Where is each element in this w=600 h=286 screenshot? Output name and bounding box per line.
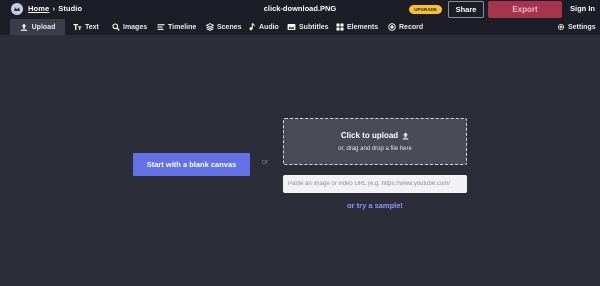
share-button[interactable]: Share xyxy=(448,1,484,18)
subtitles-icon xyxy=(287,23,296,32)
tab-images-label: Images xyxy=(123,23,148,31)
breadcrumb-home-link[interactable]: Home xyxy=(28,4,49,13)
blank-canvas-button[interactable]: Start with a blank canvas xyxy=(133,153,250,176)
tab-text[interactable]: Text xyxy=(73,19,99,35)
music-note-icon xyxy=(247,23,256,32)
timeline-icon xyxy=(156,23,165,32)
text-icon xyxy=(73,23,82,32)
url-input[interactable] xyxy=(283,175,467,193)
tab-scenes-label: Scenes xyxy=(217,23,242,31)
upgrade-button[interactable]: UPGRADE xyxy=(409,5,442,14)
tab-timeline-label: Timeline xyxy=(168,23,197,31)
tab-images[interactable]: Images xyxy=(111,19,147,35)
tab-elements-label: Elements xyxy=(347,23,379,31)
breadcrumb-separator: › xyxy=(52,4,56,13)
upload-arrow-icon xyxy=(402,132,409,140)
dropzone-title: Click to upload xyxy=(284,131,466,140)
scenes-icon xyxy=(205,23,214,32)
top-bar: Home › Studio click-download.PNG UPGRADE… xyxy=(0,0,600,19)
settings-label: Settings xyxy=(568,23,596,31)
search-icon xyxy=(111,23,120,32)
tab-audio-label: Audio xyxy=(259,23,279,31)
gear-icon xyxy=(556,23,565,32)
tab-upload[interactable]: Upload xyxy=(10,19,65,35)
toolbar: Upload Text Images Timeline Scenes Audio xyxy=(0,19,600,35)
breadcrumb: Home › Studio xyxy=(28,4,82,13)
try-sample-link[interactable]: or try a sample! xyxy=(283,201,467,210)
tab-subtitles-label: Subtitles xyxy=(299,23,329,31)
export-button[interactable]: Export xyxy=(488,1,562,18)
elements-icon xyxy=(335,23,344,32)
tab-elements[interactable]: Elements xyxy=(335,19,378,35)
tab-audio[interactable]: Audio xyxy=(247,19,279,35)
tab-timeline[interactable]: Timeline xyxy=(156,19,196,35)
settings-button[interactable]: Settings xyxy=(556,19,596,35)
breadcrumb-current: Studio xyxy=(58,4,83,13)
dropzone-title-text: Click to upload xyxy=(340,131,399,140)
dropzone-subtitle: or, drag and drop a file here xyxy=(338,146,412,152)
upload-dropzone[interactable]: Click to upload or, drag and drop a file… xyxy=(283,118,467,165)
record-icon xyxy=(387,23,396,32)
tab-subtitles[interactable]: Subtitles xyxy=(287,19,329,35)
tab-record-label: Record xyxy=(399,23,424,31)
logo-icon[interactable] xyxy=(11,3,23,15)
tab-record[interactable]: Record xyxy=(387,19,423,35)
tab-scenes[interactable]: Scenes xyxy=(205,19,242,35)
tab-upload-label: Upload xyxy=(31,23,56,31)
upload-icon xyxy=(20,23,29,32)
or-separator: or xyxy=(262,159,269,166)
sign-in-link[interactable]: Sign In xyxy=(570,4,595,13)
tab-text-label: Text xyxy=(85,23,99,31)
